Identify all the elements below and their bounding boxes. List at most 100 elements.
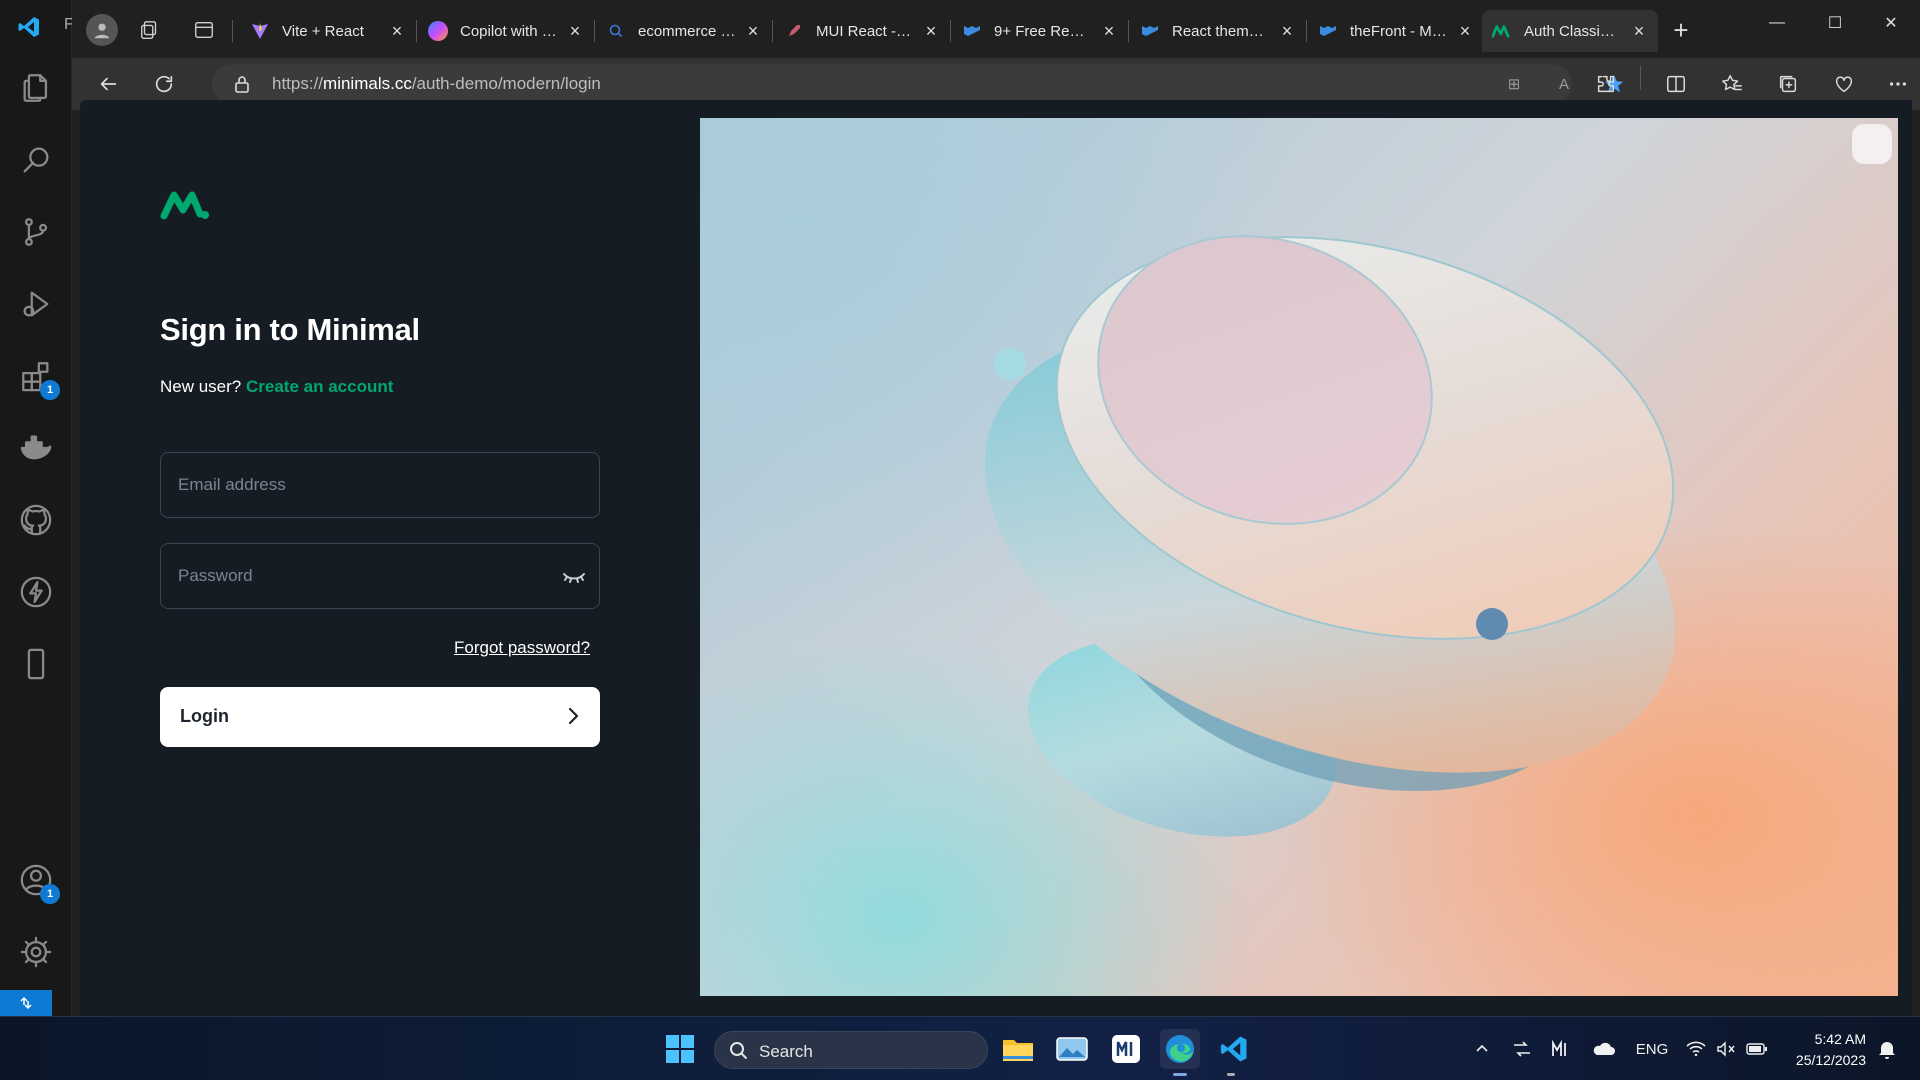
new-user-prompt: New user? Create an account	[160, 377, 393, 397]
clock-time[interactable]: 5:42 AM	[1780, 1031, 1866, 1047]
abstract-discs-image	[984, 235, 1676, 837]
new-tab-button[interactable]: +	[1666, 16, 1696, 46]
tab-close-icon[interactable]: ×	[566, 22, 584, 40]
more-options-icon[interactable]	[1882, 68, 1914, 100]
email-placeholder: Email address	[178, 475, 286, 494]
tab-close-icon[interactable]: ×	[388, 22, 406, 40]
start-button[interactable]	[660, 1029, 700, 1069]
search-label: Search	[759, 1042, 813, 1061]
browser-essentials-icon[interactable]	[1828, 68, 1860, 100]
remote-icon	[20, 996, 32, 1010]
close-window-button[interactable]: ✕	[1868, 8, 1914, 38]
windows-taskbar: Search ENG 5:42 AM 25/12/2023	[0, 1016, 1920, 1080]
back-button[interactable]	[92, 68, 124, 100]
thunder-icon[interactable]	[18, 574, 54, 610]
battery-icon[interactable]	[1744, 1037, 1770, 1061]
extensions-puzzle-icon[interactable]	[1590, 68, 1622, 100]
lock-icon	[235, 76, 249, 93]
profile-icon	[94, 23, 110, 39]
tab-mui-react[interactable]: MUI React - Components ×	[774, 10, 950, 52]
new-user-text: New user?	[160, 377, 242, 396]
tab-free-react[interactable]: 9+ Free React Templates ×	[952, 10, 1128, 52]
mobile-icon[interactable]	[18, 646, 54, 682]
tab-react-themes[interactable]: React themes & templates ×	[1130, 10, 1306, 52]
minimize-button[interactable]: —	[1754, 8, 1800, 38]
vertical-tabs-icon[interactable]	[188, 14, 220, 46]
docker-icon[interactable]	[18, 430, 54, 466]
chevron-right-icon	[568, 707, 579, 725]
visual-search-button[interactable]	[1852, 124, 1892, 164]
mui-icon	[1318, 21, 1338, 41]
remote-button[interactable]	[0, 990, 52, 1016]
file-explorer-icon[interactable]	[998, 1029, 1038, 1069]
activity-bar: F 1 1	[0, 0, 74, 1016]
tab-label: Vite + React	[282, 22, 364, 40]
edge-browser-icon[interactable]	[1160, 1029, 1200, 1069]
back-arrow-icon	[100, 77, 117, 91]
refresh-icon	[155, 75, 173, 93]
tab-auth-classic[interactable]: Auth Classic: Login ×	[1482, 10, 1658, 52]
github-icon[interactable]	[18, 502, 54, 538]
workspaces-icon[interactable]	[134, 14, 166, 46]
chevron-up-icon[interactable]	[1472, 1037, 1492, 1061]
accounts-badge: 1	[40, 884, 60, 904]
password-field[interactable]: Password	[160, 543, 600, 609]
vscode-taskbar-icon[interactable]	[1214, 1029, 1254, 1069]
onedrive-icon[interactable]	[1590, 1037, 1616, 1061]
tab-copilot[interactable]: Copilot with GPT-4 ×	[418, 10, 594, 52]
maximize-button[interactable]: ☐	[1812, 8, 1858, 38]
clock-date[interactable]: 25/12/2023	[1780, 1052, 1866, 1068]
tab-close-icon[interactable]: ×	[1456, 22, 1474, 40]
notes-tray-icon[interactable]	[1548, 1037, 1572, 1061]
search-icon[interactable]	[18, 142, 54, 178]
tab-close-icon[interactable]: ×	[1100, 22, 1118, 40]
tab-close-icon[interactable]: ×	[922, 22, 940, 40]
create-account-link[interactable]: Create an account	[246, 377, 393, 396]
explorer-icon[interactable]	[18, 70, 54, 106]
notification-bell-icon[interactable]	[1876, 1037, 1898, 1061]
read-aloud-icon[interactable]: A	[1552, 72, 1576, 96]
app-available-icon[interactable]: ⊞	[1502, 72, 1526, 96]
login-button[interactable]: Login	[160, 687, 600, 747]
tab-ecommerce-search[interactable]: ecommerce landing ×	[596, 10, 772, 52]
email-field[interactable]: Email address	[160, 452, 600, 518]
accounts-icon[interactable]: 1	[18, 862, 60, 904]
split-screen-icon[interactable]	[1660, 68, 1692, 100]
profile-avatar[interactable]	[86, 14, 118, 46]
visual-search-icon	[1852, 124, 1898, 996]
language-indicator[interactable]: ENG	[1632, 1037, 1672, 1061]
mui-icon	[962, 21, 982, 41]
forgot-password-link[interactable]: Forgot password?	[454, 638, 590, 658]
tab-label: Auth Classic: Login	[1524, 22, 1622, 40]
mui-icon	[1140, 21, 1160, 41]
address-bar[interactable]: https://minimals.cc/auth-demo/modern/log…	[212, 64, 1624, 104]
tab-label: Copilot with GPT-4	[460, 22, 558, 40]
tab-close-icon[interactable]: ×	[1278, 22, 1296, 40]
favorites-icon[interactable]	[1716, 68, 1748, 100]
notes-app-icon[interactable]	[1106, 1029, 1146, 1069]
extensions-icon[interactable]: 1	[18, 358, 60, 400]
taskbar-search[interactable]: Search	[714, 1031, 988, 1069]
photos-app-icon[interactable]	[1052, 1029, 1092, 1069]
copilot-icon	[428, 21, 448, 41]
hero-illustration	[700, 118, 1898, 996]
eye-closed-icon[interactable]	[561, 564, 587, 588]
search-icon	[606, 21, 626, 41]
run-debug-icon[interactable]	[18, 286, 54, 322]
tab-thefront[interactable]: theFront - Multipurpose ×	[1308, 10, 1484, 52]
settings-icon[interactable]	[18, 934, 54, 970]
minimal-logo-icon[interactable]	[160, 188, 210, 222]
collections-icon[interactable]	[1772, 68, 1804, 100]
network-share-icon[interactable]	[1510, 1037, 1534, 1061]
refresh-button[interactable]	[148, 68, 180, 100]
password-placeholder: Password	[178, 566, 253, 585]
url-text[interactable]: https://minimals.cc/auth-demo/modern/log…	[272, 74, 601, 94]
tab-close-icon[interactable]: ×	[744, 22, 762, 40]
wifi-icon[interactable]	[1684, 1037, 1708, 1061]
tab-vite-react[interactable]: Vite + React ×	[240, 10, 416, 52]
source-control-icon[interactable]	[18, 214, 54, 250]
vscode-logo-icon	[14, 12, 44, 42]
tab-label: MUI React - Components	[816, 22, 914, 40]
tab-close-icon[interactable]: ×	[1630, 22, 1648, 40]
volume-muted-icon[interactable]	[1714, 1037, 1738, 1061]
